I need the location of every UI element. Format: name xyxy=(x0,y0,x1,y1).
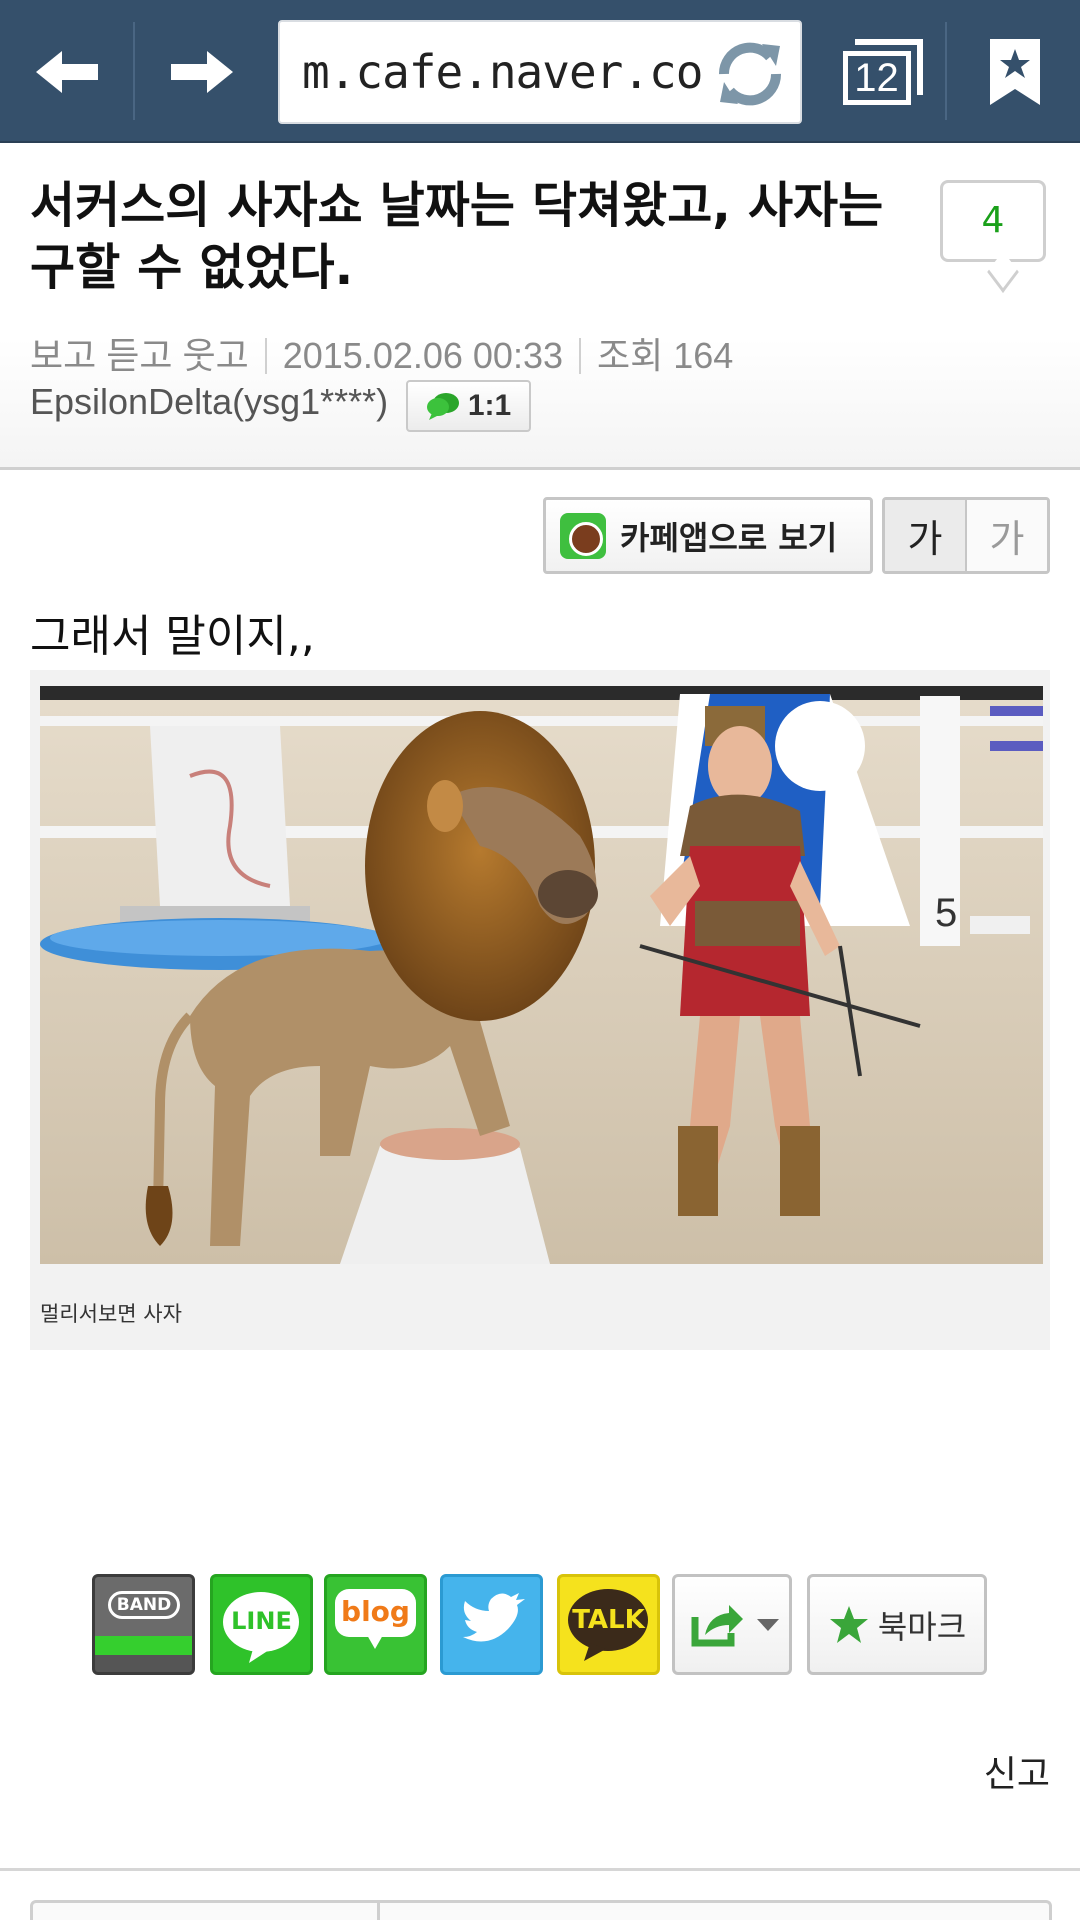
band-label: BAND xyxy=(108,1591,180,1619)
blog-label: blog xyxy=(341,1595,410,1628)
toolbar-divider xyxy=(945,22,947,120)
article-photo[interactable]: 5 xyxy=(40,686,1043,1264)
url-bar[interactable]: m.cafe.naver.co xyxy=(278,20,802,124)
author-name[interactable]: EpsilonDelta(ysg1****) xyxy=(30,381,388,423)
board-name[interactable]: 보고 듣고 웃고 xyxy=(30,335,249,376)
bookmark-icon xyxy=(990,38,1040,105)
share-line-button[interactable]: LINE xyxy=(210,1574,313,1675)
forward-arrow-icon xyxy=(170,50,233,93)
image-caption: 멀리서보면 사자 xyxy=(40,1302,182,1326)
share-icon xyxy=(691,1605,743,1647)
share-more-button[interactable] xyxy=(672,1574,792,1675)
post-date: 2015.02.06 00:33 xyxy=(282,335,563,376)
article-lead-text: 그래서 말이지,, xyxy=(30,611,315,662)
chat-bubble-icon xyxy=(426,393,459,420)
share-kakaotalk-button[interactable]: TALK xyxy=(557,1574,660,1675)
reload-icon xyxy=(718,42,782,106)
divider xyxy=(0,1868,1080,1871)
report-link[interactable]: 신고 xyxy=(984,1745,1050,1797)
twitter-bird-icon xyxy=(463,1593,525,1642)
url-text[interactable]: m.cafe.naver.co xyxy=(302,22,703,122)
browser-toolbar: m.cafe.naver.co 12 xyxy=(0,0,1080,143)
bookmark-label: 북마크 xyxy=(877,1607,967,1646)
image-container: 5 멀리서보면 사자 xyxy=(30,670,1050,1350)
share-band-button[interactable]: BAND xyxy=(92,1574,195,1675)
svg-text:5: 5 xyxy=(935,891,957,935)
forward-button[interactable] xyxy=(135,0,268,143)
reload-button[interactable] xyxy=(710,34,790,114)
share-twitter-button[interactable] xyxy=(440,1574,543,1675)
tabs-icon: 12 xyxy=(842,38,923,105)
back-arrow-icon xyxy=(35,50,98,93)
talk-label: TALK xyxy=(572,1605,645,1635)
tab-count: 12 xyxy=(854,55,899,100)
star-icon xyxy=(829,1605,868,1643)
meta-divider xyxy=(264,338,267,374)
view-count: 조회 164 xyxy=(597,335,734,376)
bookmark-button[interactable] xyxy=(950,0,1080,143)
article-meta: 보고 듣고 웃고 2015.02.06 00:33 조회 164 xyxy=(30,327,733,379)
font-size-large-button[interactable]: 가 xyxy=(967,500,1047,571)
cafe-app-label: 카페앱으로 보기 xyxy=(620,518,838,557)
font-size-small-button[interactable]: 가 xyxy=(885,500,967,571)
font-size-toggle: 가 가 xyxy=(882,497,1050,574)
pony-lion-photo: 5 xyxy=(40,686,1043,1264)
bottom-tab-bar[interactable] xyxy=(30,1900,1052,1920)
chevron-down-icon xyxy=(757,1619,779,1631)
tabs-button[interactable]: 12 xyxy=(820,0,945,143)
article-header: 서커스의 사자쇼 날짜는 닥쳐왔고, 사자는 구할 수 없었다. 4 보고 듣고… xyxy=(0,145,1080,470)
back-button[interactable] xyxy=(0,0,133,143)
comment-count-button[interactable]: 4 xyxy=(940,180,1046,262)
bookmark-share-button[interactable]: 북마크 xyxy=(807,1574,987,1675)
tab-divider xyxy=(377,1903,380,1920)
article-title: 서커스의 사자쇼 날짜는 닥쳐왔고, 사자는 구할 수 없었다. xyxy=(30,177,884,296)
one-to-one-chat-button[interactable]: 1:1 xyxy=(406,380,531,432)
line-label: LINE xyxy=(231,1607,292,1635)
chat-label: 1:1 xyxy=(467,389,512,422)
meta-divider xyxy=(579,338,581,374)
cafe-app-icon xyxy=(560,512,606,559)
open-in-cafe-app-button[interactable]: 카페앱으로 보기 xyxy=(543,497,873,574)
share-blog-button[interactable]: blog xyxy=(324,1574,427,1675)
